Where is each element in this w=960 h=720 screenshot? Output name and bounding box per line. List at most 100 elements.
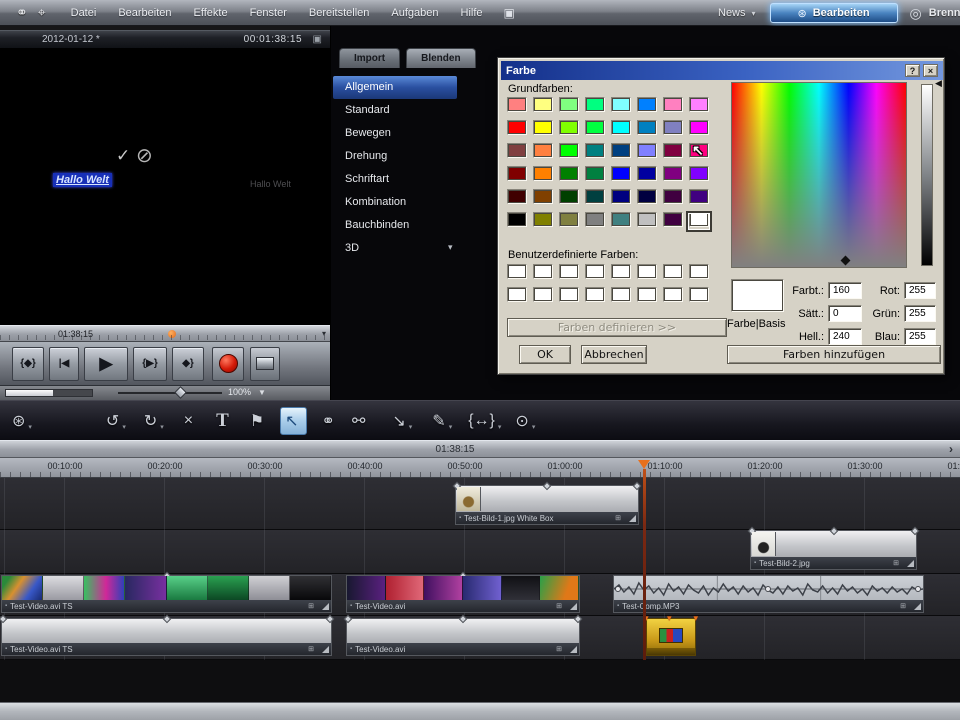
- basic-color-swatch[interactable]: [663, 189, 683, 204]
- edit-mode-button[interactable]: ⊛ Bearbeiten: [770, 3, 898, 23]
- menu-item[interactable]: Effekte: [183, 7, 239, 19]
- effects-dropdown-icon[interactable]: ▾: [448, 242, 453, 253]
- clip-resize-icon[interactable]: [570, 603, 577, 610]
- play-range-button[interactable]: {▶}: [133, 347, 167, 381]
- basic-color-swatch[interactable]: [611, 97, 631, 112]
- clip-test-video-2-audio[interactable]: ▪ Test-Video.avi ⊞: [346, 618, 580, 656]
- basic-color-swatch[interactable]: [663, 120, 683, 135]
- preview-scrubber[interactable]: 01:38:15 ▾: [0, 325, 330, 342]
- custom-color-swatch[interactable]: [533, 287, 553, 302]
- preview-loop-range[interactable]: [5, 389, 93, 397]
- play-button[interactable]: ▶: [84, 347, 128, 381]
- effects-item-kombination[interactable]: Kombination: [333, 191, 457, 214]
- jump-start-button[interactable]: |◀: [49, 347, 79, 381]
- basic-color-swatch[interactable]: [507, 212, 527, 227]
- clip-test-video-1-audio[interactable]: ▪ Test-Video.avi TS ⊞: [1, 618, 332, 656]
- basic-color-swatch[interactable]: [637, 212, 657, 227]
- clip-fx-icon[interactable]: ⊞: [615, 514, 621, 522]
- luminance-slider[interactable]: [921, 84, 933, 266]
- basic-color-swatch[interactable]: [559, 97, 579, 112]
- basic-color-swatch[interactable]: [585, 120, 605, 135]
- basic-color-swatch[interactable]: [507, 143, 527, 158]
- basic-color-swatch[interactable]: [663, 97, 683, 112]
- basic-color-swatch[interactable]: [533, 143, 553, 158]
- effects-item-3d[interactable]: 3D: [333, 237, 457, 260]
- monitor-icon[interactable]: ▣: [313, 34, 322, 45]
- menu-item[interactable]: Hilfe: [450, 7, 494, 19]
- basic-color-swatch[interactable]: [507, 120, 527, 135]
- burn-mode-button[interactable]: Brennen: [929, 7, 960, 19]
- clip-resize-icon[interactable]: [322, 646, 329, 653]
- basic-color-swatch[interactable]: [611, 189, 631, 204]
- clip-resize-icon[interactable]: [914, 603, 921, 610]
- basic-color-swatch[interactable]: [637, 143, 657, 158]
- zoom-level[interactable]: 100%: [228, 387, 251, 397]
- red-field-value[interactable]: 255: [904, 282, 936, 299]
- playhead-marker[interactable]: [638, 460, 650, 469]
- chat-icon[interactable]: ▣: [504, 6, 515, 20]
- basic-color-swatch[interactable]: [559, 166, 579, 181]
- preview-zoom-slider[interactable]: [118, 392, 222, 394]
- clip-fx-icon[interactable]: ⊞: [556, 645, 562, 653]
- clip-test-bild-2[interactable]: ▪ Test-Bild-2.jpg ⊞: [750, 530, 917, 570]
- basic-color-swatch[interactable]: [533, 166, 553, 181]
- pointer-tool-icon[interactable]: ⌖: [38, 4, 46, 21]
- delete-button[interactable]: ×: [180, 407, 200, 435]
- basic-color-swatch[interactable]: [663, 143, 683, 158]
- basic-color-swatch[interactable]: [507, 166, 527, 181]
- link-tool-icon[interactable]: ⚭: [16, 4, 28, 21]
- effects-item-allgemein[interactable]: Allgemein: [333, 76, 457, 99]
- custom-color-swatch[interactable]: [689, 264, 709, 279]
- timeline-position-bar[interactable]: 01:38:15 ›: [0, 440, 960, 458]
- undo-button[interactable]: ↺▾: [102, 407, 130, 435]
- custom-color-swatch[interactable]: [663, 287, 683, 302]
- effects-item-standard[interactable]: Standard: [333, 99, 457, 122]
- mouse-mode-button[interactable]: ↖: [280, 407, 306, 435]
- trim-button[interactable]: ↘▾: [388, 407, 416, 435]
- effects-item-schriftart[interactable]: Schriftart: [333, 168, 457, 191]
- basic-color-swatch[interactable]: [559, 120, 579, 135]
- clip-resize-icon[interactable]: [570, 646, 577, 653]
- basic-color-swatch[interactable]: [611, 143, 631, 158]
- green-field-value[interactable]: 255: [904, 305, 936, 322]
- custom-color-swatch[interactable]: [533, 264, 553, 279]
- basic-color-swatch[interactable]: [533, 120, 553, 135]
- slider-handle[interactable]: [174, 386, 187, 399]
- clip-fx-icon[interactable]: ⊞: [900, 602, 906, 610]
- effects-item-drehung[interactable]: Drehung: [333, 145, 457, 168]
- scrubber-position-marker[interactable]: [168, 330, 176, 338]
- basic-color-swatch[interactable]: [611, 212, 631, 227]
- clip-resize-icon[interactable]: [629, 515, 636, 522]
- basic-color-swatch[interactable]: [663, 212, 683, 227]
- basic-color-swatch[interactable]: [507, 189, 527, 204]
- basic-color-swatch[interactable]: [637, 97, 657, 112]
- custom-color-swatch[interactable]: [611, 287, 631, 302]
- custom-color-swatch[interactable]: [637, 264, 657, 279]
- clip-handle[interactable]: ▾: [693, 613, 698, 624]
- custom-color-swatch[interactable]: [663, 264, 683, 279]
- help-button[interactable]: ?: [905, 64, 920, 77]
- custom-color-swatch[interactable]: [507, 264, 527, 279]
- basic-color-swatch[interactable]: [611, 166, 631, 181]
- custom-color-swatch[interactable]: [611, 264, 631, 279]
- close-icon[interactable]: ×: [923, 64, 938, 77]
- basic-color-swatch[interactable]: [533, 189, 553, 204]
- basic-color-swatch[interactable]: [585, 189, 605, 204]
- chevron-down-icon[interactable]: ▼: [258, 388, 266, 397]
- playhead-line[interactable]: [643, 469, 646, 660]
- clip-test-video-1[interactable]: ▪ Test-Video.avi TS ⊞: [1, 575, 332, 613]
- menu-item[interactable]: Bearbeiten: [107, 7, 182, 19]
- custom-color-swatch[interactable]: [637, 287, 657, 302]
- clip-fx-icon[interactable]: ⊞: [308, 645, 314, 653]
- basic-color-swatch[interactable]: [559, 189, 579, 204]
- menu-item[interactable]: Datei: [60, 7, 108, 19]
- custom-color-swatch[interactable]: [585, 287, 605, 302]
- basic-color-swatch[interactable]: [689, 166, 709, 181]
- basic-color-swatch[interactable]: [611, 120, 631, 135]
- luminance-pointer-icon[interactable]: ◀: [935, 78, 942, 89]
- menu-item[interactable]: Bereitstellen: [298, 7, 381, 19]
- basic-color-swatch[interactable]: [533, 97, 553, 112]
- custom-color-swatch[interactable]: [507, 287, 527, 302]
- basic-color-swatch[interactable]: [637, 189, 657, 204]
- title-object-clip[interactable]: ▾ ▾ ▾: [646, 618, 696, 656]
